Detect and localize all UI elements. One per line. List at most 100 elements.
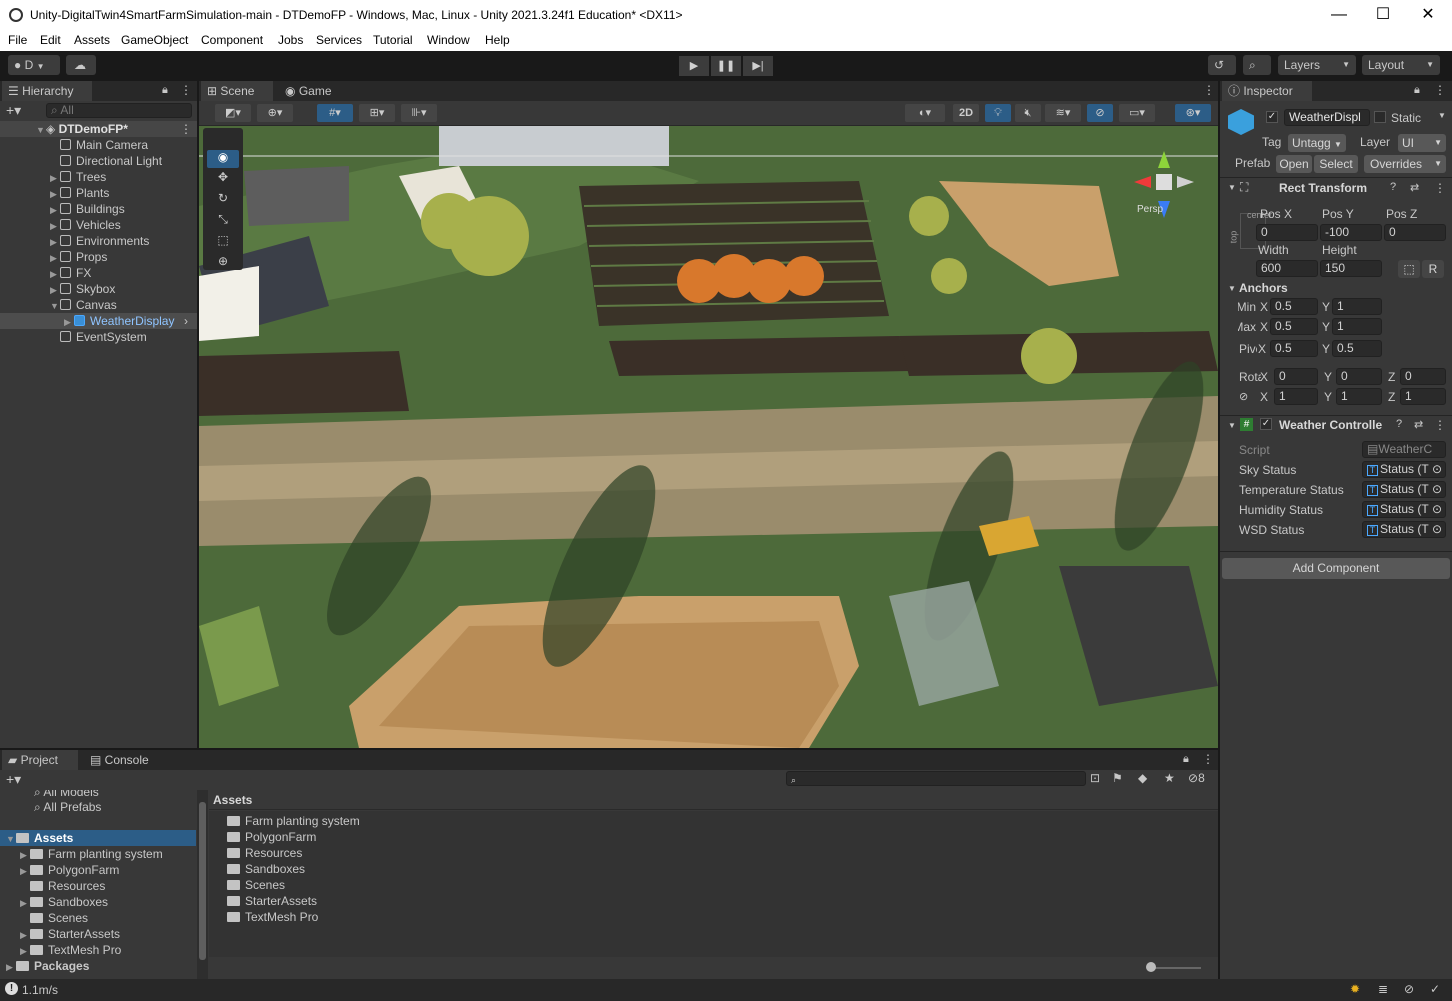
hierarchy-item[interactable]: ▶ Vehicles bbox=[0, 217, 197, 233]
folder-item[interactable]: Farm planting system bbox=[227, 813, 360, 829]
expand-arrow-icon[interactable]: ▶ bbox=[20, 943, 30, 959]
foldout-arrow-icon[interactable]: ▼ bbox=[1228, 421, 1236, 430]
active-checkbox[interactable]: ✓ bbox=[1266, 111, 1278, 123]
tree-folder-item[interactable]: Scenes bbox=[0, 910, 88, 926]
expand-arrow-icon[interactable]: ▶ bbox=[50, 218, 60, 234]
object-reference-field[interactable]: T Status (T ⊙ bbox=[1362, 521, 1446, 538]
tag-dropdown[interactable]: Untagg ▼ bbox=[1288, 134, 1346, 152]
lock-icon[interactable]: 🔒︎ bbox=[162, 84, 168, 97]
kebab-menu-icon[interactable]: ⋮ bbox=[1434, 181, 1446, 195]
hierarchy-item[interactable]: EventSystem bbox=[0, 329, 197, 345]
tab-hierarchy[interactable]: ☰ Hierarchy bbox=[2, 81, 92, 101]
weather-controller-header[interactable]: Weather Controlle bbox=[1279, 418, 1382, 432]
tree-folder-item[interactable]: ▶ PolygonFarm bbox=[0, 862, 119, 878]
folder-item[interactable]: Sandboxes bbox=[227, 861, 305, 877]
menu-help[interactable]: Help bbox=[485, 33, 510, 47]
lock-icon[interactable]: 🔒︎ bbox=[1414, 84, 1420, 97]
tag-icon[interactable]: ◆ bbox=[1138, 771, 1147, 785]
anchor-min-x-field[interactable]: 0.5 bbox=[1270, 298, 1318, 315]
create-asset-button[interactable]: +▾ bbox=[6, 771, 21, 788]
grid-snap-toggle[interactable]: #▾ bbox=[317, 104, 353, 122]
menu-services[interactable]: Services bbox=[316, 33, 362, 47]
slider-handle[interactable] bbox=[1146, 962, 1156, 972]
expand-arrow-icon[interactable]: ▶ bbox=[20, 895, 30, 911]
hidden-objects-toggle[interactable]: ⊘ bbox=[1087, 104, 1113, 122]
layers-dropdown[interactable]: Layers ▼ bbox=[1278, 55, 1356, 75]
presets-icon[interactable]: ⇄ bbox=[1414, 418, 1423, 431]
menu-window[interactable]: Window bbox=[427, 33, 470, 47]
hierarchy-item[interactable]: ▶ FX bbox=[0, 265, 197, 281]
hierarchy-item[interactable]: ▶ Props bbox=[0, 249, 197, 265]
tree-scrollbar[interactable] bbox=[197, 790, 208, 979]
orientation-gizmo[interactable]: Persp bbox=[1129, 146, 1199, 226]
view-tool-button[interactable]: ◉ bbox=[207, 150, 239, 168]
expand-arrow-icon[interactable]: ▶ bbox=[20, 863, 30, 879]
tab-game[interactable]: ◉ Game bbox=[279, 81, 343, 101]
menu-gameobject[interactable]: GameObject bbox=[121, 33, 188, 47]
layout-dropdown[interactable]: Layout ▼ bbox=[1362, 55, 1440, 75]
rotation-x-field[interactable]: 0 bbox=[1274, 368, 1318, 385]
anchors-header[interactable]: Anchors bbox=[1239, 281, 1288, 295]
undo-history-button[interactable]: ↺ bbox=[1208, 55, 1236, 75]
maximize-button[interactable]: ☐ bbox=[1360, 4, 1406, 26]
folder-item[interactable]: Resources bbox=[227, 845, 302, 861]
chevron-right-icon[interactable]: › bbox=[184, 313, 188, 329]
prefab-open-button[interactable]: Open bbox=[1276, 155, 1312, 173]
menu-edit[interactable]: Edit bbox=[40, 33, 61, 47]
height-field[interactable]: 150 bbox=[1320, 260, 1382, 277]
status-message[interactable]: 1.1m/s bbox=[22, 983, 58, 997]
kebab-menu-icon[interactable]: ⋮ bbox=[1203, 83, 1215, 97]
scrollbar-thumb[interactable] bbox=[199, 802, 206, 960]
scale-y-field[interactable]: 1 bbox=[1336, 388, 1382, 405]
folder-item[interactable]: Scenes bbox=[227, 877, 285, 893]
tab-project[interactable]: ▰ Project bbox=[2, 750, 78, 770]
expand-arrow-icon[interactable]: ▶ bbox=[50, 250, 60, 266]
width-field[interactable]: 600 bbox=[1256, 260, 1318, 277]
hierarchy-item[interactable]: Main Camera bbox=[0, 137, 197, 153]
tree-packages[interactable]: ▶ Packages bbox=[0, 958, 89, 974]
expand-arrow-icon[interactable]: ▶ bbox=[20, 847, 30, 863]
expand-arrow-icon[interactable]: ▶ bbox=[50, 170, 60, 186]
rotate-tool-button[interactable]: ↻ bbox=[207, 191, 239, 209]
menu-assets[interactable]: Assets bbox=[74, 33, 110, 47]
effects-dropdown[interactable]: ≋▾ bbox=[1045, 104, 1081, 122]
pos-z-field[interactable]: 0 bbox=[1384, 224, 1446, 241]
tree-folder-item[interactable]: ▶ StarterAssets bbox=[0, 926, 120, 942]
scene-root-row[interactable]: ▼◈ DTDemoFP* ⋮ bbox=[0, 121, 197, 137]
folder-item[interactable]: PolygonFarm bbox=[227, 829, 316, 845]
filter-by-label-icon[interactable]: ⚑ bbox=[1112, 771, 1123, 785]
create-button[interactable]: +▾ bbox=[6, 102, 21, 119]
object-name-field[interactable]: WeatherDispl bbox=[1284, 109, 1370, 126]
help-icon[interactable]: ? bbox=[1396, 418, 1402, 430]
debug-mode-icon[interactable]: ✹ bbox=[1350, 982, 1360, 996]
play-button[interactable]: ▶ bbox=[679, 56, 709, 76]
rotation-y-field[interactable]: 0 bbox=[1336, 368, 1382, 385]
search-button[interactable]: ⌕ bbox=[1243, 55, 1271, 75]
cache-server-icon[interactable]: ≣ bbox=[1378, 982, 1388, 996]
blueprint-mode-button[interactable]: ⬚ bbox=[1398, 260, 1420, 278]
lighting-toggle[interactable]: 💡︎ bbox=[985, 104, 1011, 122]
search-by-type-icon[interactable]: ⊡ bbox=[1090, 771, 1100, 785]
menu-tutorial[interactable]: Tutorial bbox=[373, 33, 413, 47]
object-picker-icon[interactable]: ⊙ bbox=[1432, 462, 1442, 477]
lock-icon[interactable]: 🔒︎ bbox=[1183, 753, 1189, 766]
tab-scene[interactable]: ⊞ Scene bbox=[201, 81, 273, 101]
expand-arrow-icon[interactable]: ▼ bbox=[50, 298, 60, 314]
pivot-y-field[interactable]: 0.5 bbox=[1332, 340, 1382, 357]
hierarchy-item[interactable]: ▶ Environments bbox=[0, 233, 197, 249]
audio-toggle[interactable]: 🔇︎ bbox=[1015, 104, 1041, 122]
step-button[interactable]: ▶| bbox=[743, 56, 773, 76]
object-reference-field[interactable]: T Status (T ⊙ bbox=[1362, 481, 1446, 498]
gizmos-dropdown[interactable]: ⊛▾ bbox=[1175, 104, 1211, 122]
folder-item[interactable]: StarterAssets bbox=[227, 893, 317, 909]
pos-y-field[interactable]: -100 bbox=[1320, 224, 1382, 241]
expand-arrow-icon[interactable]: ▶ bbox=[50, 186, 60, 202]
global-local-dropdown[interactable]: ⊕▾ bbox=[257, 104, 293, 122]
tree-folder-item[interactable]: Resources bbox=[0, 878, 105, 894]
prefab-overrides-dropdown[interactable]: Overrides ▼ bbox=[1364, 155, 1446, 173]
tab-inspector[interactable]: ⓘ Inspector bbox=[1222, 81, 1312, 101]
breadcrumb-assets[interactable]: Assets bbox=[213, 793, 252, 807]
rotation-z-field[interactable]: 0 bbox=[1400, 368, 1446, 385]
tree-assets-root[interactable]: ▼ Assets bbox=[0, 830, 196, 846]
hierarchy-search-input[interactable]: ⌕ All bbox=[46, 103, 192, 118]
